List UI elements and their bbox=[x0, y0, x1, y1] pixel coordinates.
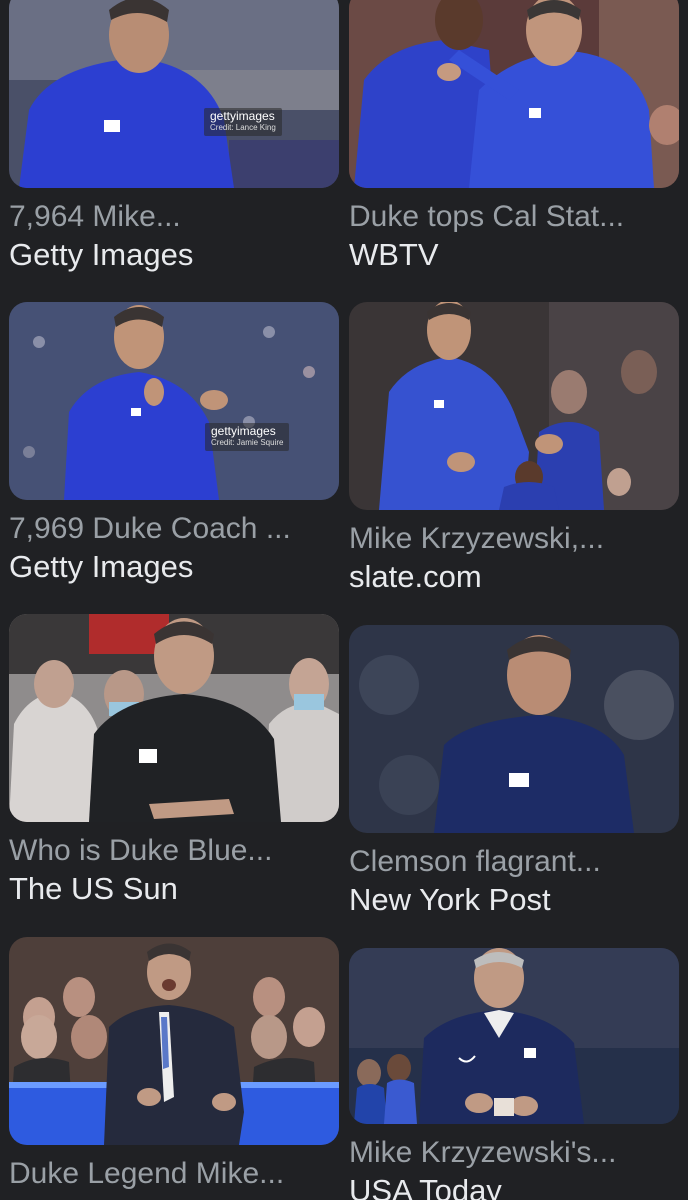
result-source: WBTV bbox=[349, 237, 439, 272]
result-thumbnail[interactable] bbox=[349, 625, 679, 833]
result-thumbnail[interactable] bbox=[349, 302, 679, 510]
result-thumbnail[interactable] bbox=[9, 614, 339, 822]
getty-watermark: gettyimages Credit: Jamie Squire bbox=[205, 423, 290, 451]
result-thumbnail[interactable]: gettyimages Credit: Jamie Squire bbox=[9, 302, 339, 500]
result-source: New York Post bbox=[349, 882, 551, 917]
image-result-7[interactable]: Duke Legend Mike... bbox=[9, 937, 339, 1193]
coach-photo bbox=[9, 302, 339, 500]
duke-d-logo bbox=[524, 1048, 536, 1058]
coach-photo bbox=[9, 0, 339, 188]
duke-d-logo bbox=[104, 120, 120, 132]
result-title: Duke Legend Mike... bbox=[9, 1157, 285, 1190]
result-thumbnail[interactable] bbox=[349, 0, 679, 188]
result-thumbnail[interactable]: gettyimages Credit: Lance King bbox=[9, 0, 339, 188]
result-source: Getty Images bbox=[9, 549, 194, 584]
image-result-2[interactable]: Duke tops Cal Stat... WBTV bbox=[349, 0, 679, 274]
image-results-grid: gettyimages Credit: Lance King 7,964 Mik… bbox=[0, 0, 688, 1200]
result-title: Clemson flagrant... bbox=[349, 845, 601, 878]
result-title: 7,964 Mike... bbox=[9, 200, 181, 233]
result-source: slate.com bbox=[349, 559, 482, 594]
coach-photo bbox=[349, 625, 679, 833]
duke-d-logo bbox=[131, 408, 141, 416]
coach-photo bbox=[349, 302, 679, 510]
image-result-4[interactable]: Mike Krzyzewski,... slate.com bbox=[349, 302, 679, 596]
result-title: Mike Krzyzewski,... bbox=[349, 522, 605, 555]
coach-photo bbox=[349, 0, 679, 188]
image-result-8[interactable]: Mike Krzyzewski's... USA Today bbox=[349, 948, 679, 1200]
result-source: The US Sun bbox=[9, 871, 178, 906]
result-title: Mike Krzyzewski's... bbox=[349, 1136, 617, 1169]
result-title: Who is Duke Blue... bbox=[9, 834, 273, 867]
coach-photo bbox=[349, 948, 679, 1124]
coach-photo bbox=[9, 937, 339, 1145]
image-result-3[interactable]: gettyimages Credit: Jamie Squire 7,969 D… bbox=[9, 302, 339, 586]
result-thumbnail[interactable] bbox=[349, 948, 679, 1124]
image-result-1[interactable]: gettyimages Credit: Lance King 7,964 Mik… bbox=[9, 0, 339, 274]
duke-d-logo bbox=[529, 108, 541, 118]
duke-d-logo bbox=[139, 749, 157, 763]
result-source: Getty Images bbox=[9, 237, 194, 272]
getty-watermark: gettyimages Credit: Lance King bbox=[204, 108, 282, 136]
result-title: 7,969 Duke Coach ... bbox=[9, 512, 291, 545]
image-result-6[interactable]: Clemson flagrant... New York Post bbox=[349, 625, 679, 919]
result-source: USA Today bbox=[349, 1173, 502, 1200]
result-thumbnail[interactable] bbox=[9, 937, 339, 1145]
coach-photo bbox=[9, 614, 339, 822]
result-title: Duke tops Cal Stat... bbox=[349, 200, 625, 233]
duke-d-logo bbox=[509, 773, 529, 787]
duke-d-logo bbox=[434, 400, 444, 408]
image-result-5[interactable]: Who is Duke Blue... The US Sun bbox=[9, 614, 339, 908]
